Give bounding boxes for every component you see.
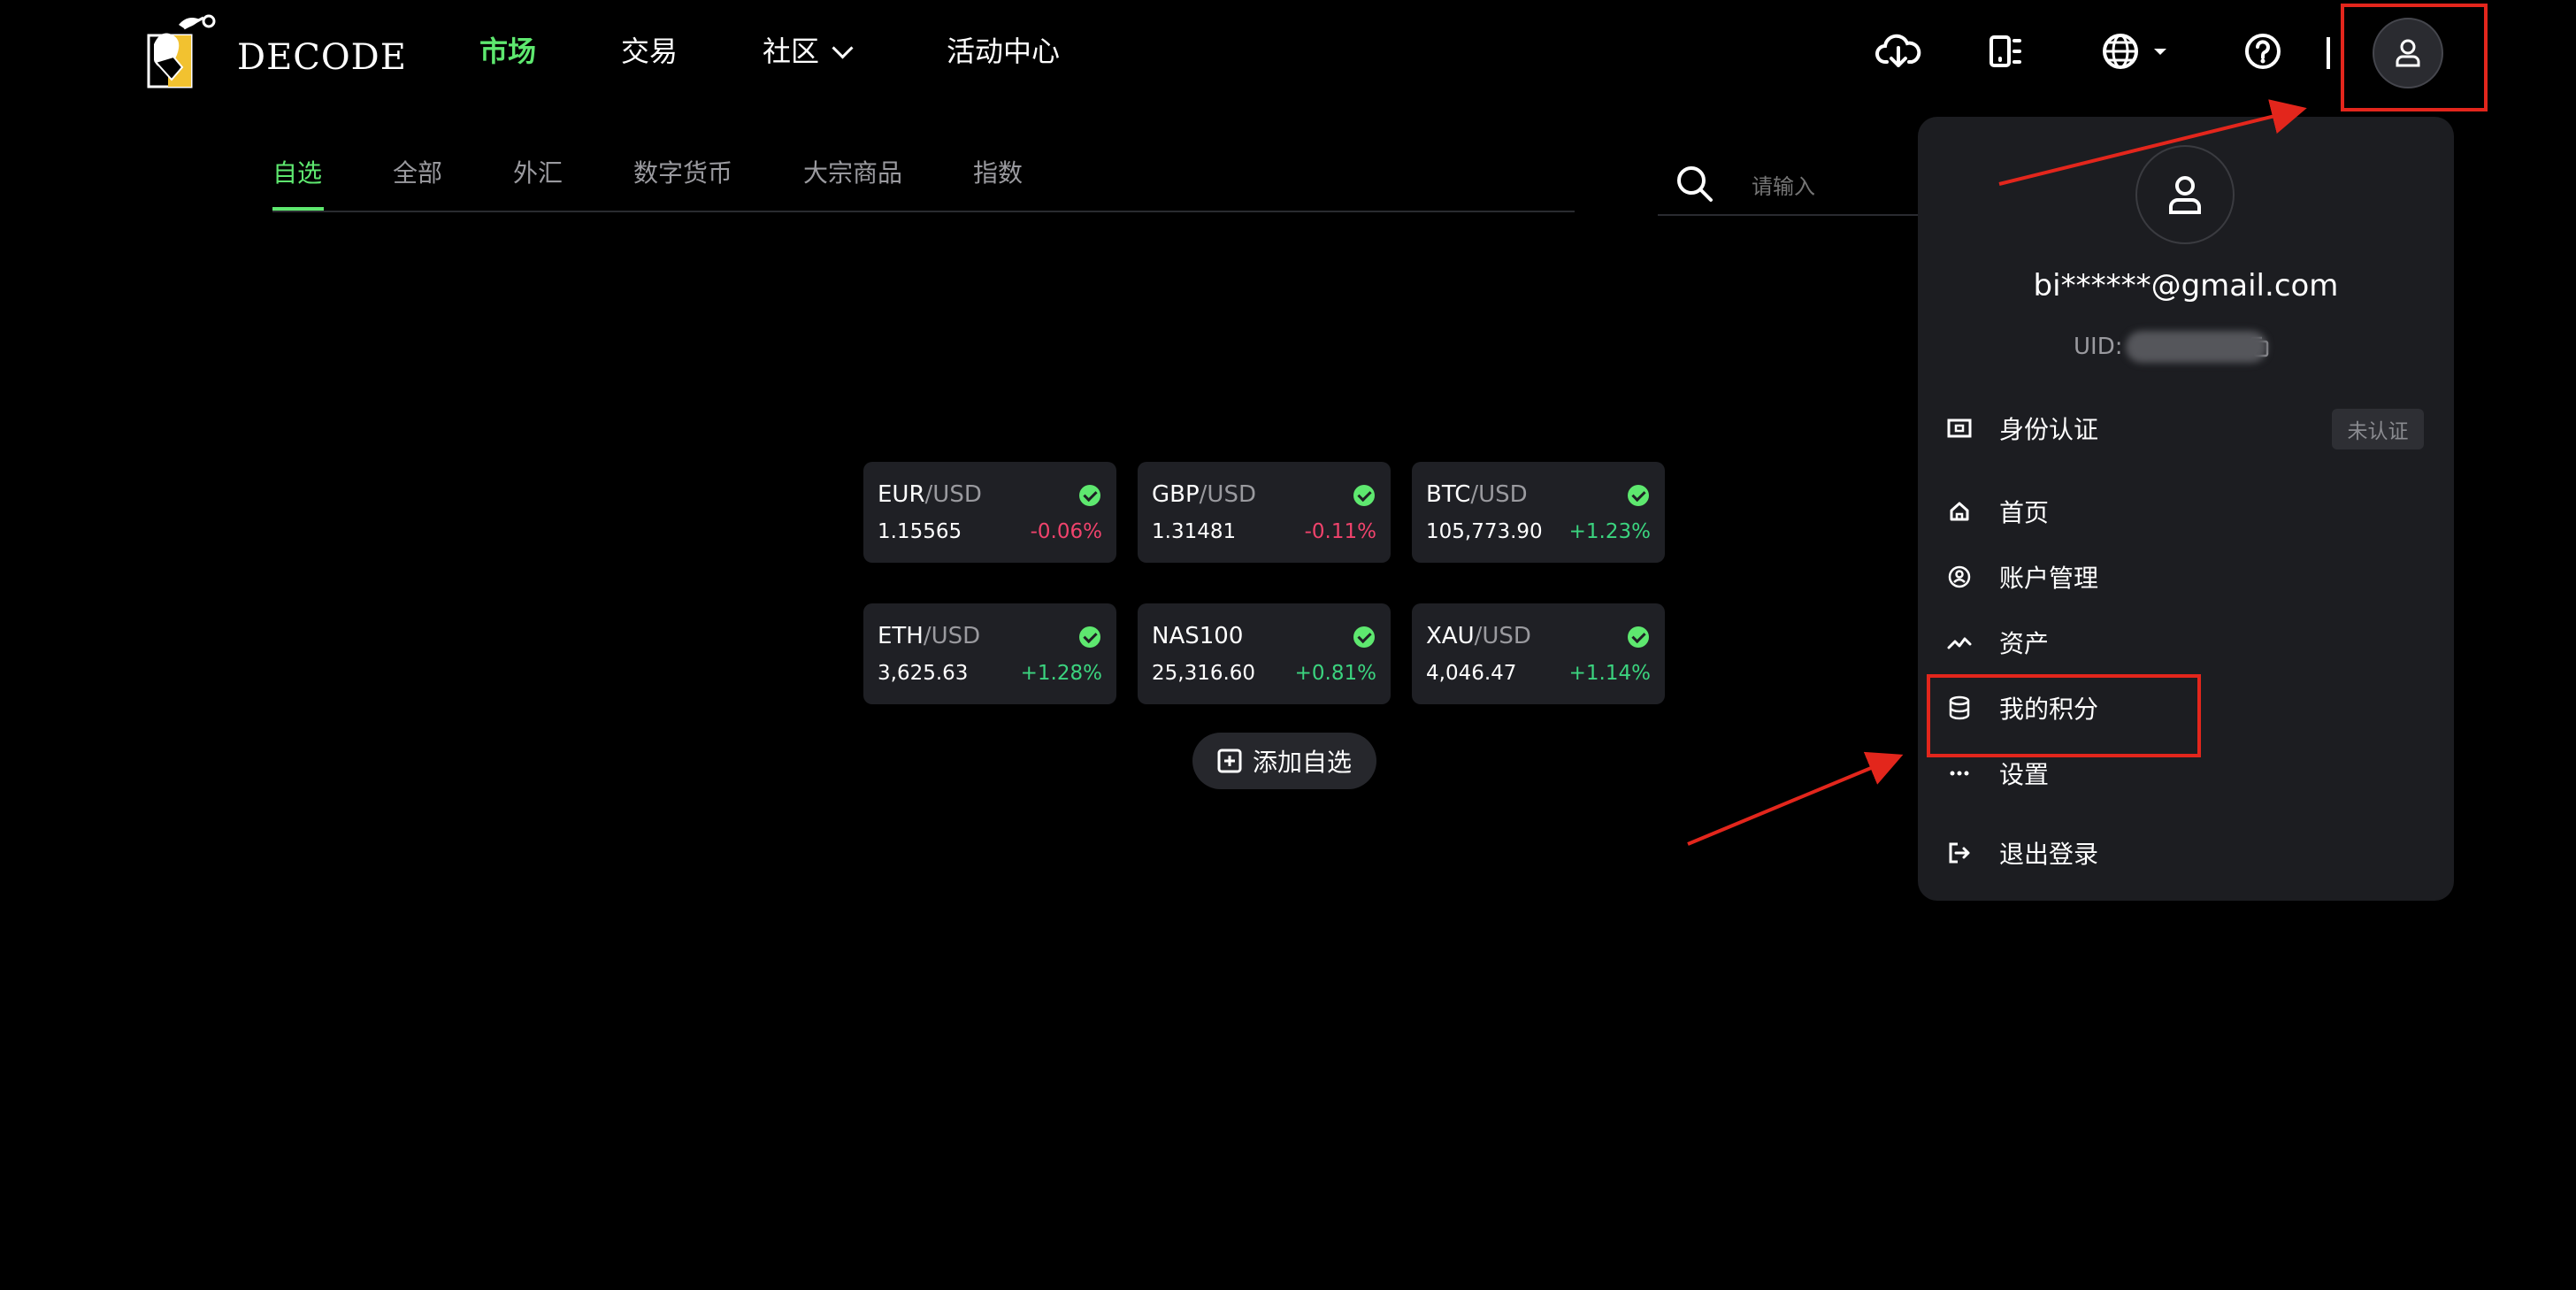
header-divider <box>2327 37 2330 69</box>
card-symbol: EUR/USD <box>878 481 982 508</box>
tabs-divider <box>272 211 1575 212</box>
card-change: -0.06% <box>1030 520 1102 543</box>
uid-value-redacted <box>2126 331 2268 363</box>
card-price: 1.31481 <box>1152 520 1237 543</box>
card-symbol: GBP/USD <box>1152 481 1256 508</box>
menu-item-verification[interactable]: 身份认证 <box>1946 405 2098 451</box>
search-icon[interactable] <box>1674 163 1716 205</box>
nav-events[interactable]: 活动中心 <box>947 30 1060 73</box>
card-change: -0.11% <box>1304 520 1376 543</box>
arrow-to-points <box>1687 751 1904 846</box>
chevron-down-icon <box>832 37 854 59</box>
watchlist-card-nas100[interactable]: NAS100 25,316.60 +0.81% <box>1138 603 1391 704</box>
globe-icon <box>2103 34 2138 69</box>
watchlist-card-eurusd[interactable]: EUR/USD 1.15565 -0.06% <box>863 462 1116 563</box>
tab-commodities[interactable]: 大宗商品 <box>803 156 902 191</box>
add-watchlist-label: 添加自选 <box>1252 748 1352 777</box>
watchlist-card-btcusd[interactable]: BTC/USD 105,773.90 +1.23% <box>1412 462 1665 563</box>
menu-item-label: 资产 <box>1999 629 2050 658</box>
card-symbol: NAS100 <box>1152 623 1244 649</box>
check-circle-icon[interactable] <box>1353 626 1375 648</box>
card-price: 4,046.47 <box>1426 662 1517 685</box>
menu-item-logout[interactable]: 退出登录 <box>1946 830 2098 876</box>
account-icon <box>1946 564 1973 590</box>
check-circle-icon[interactable] <box>1353 485 1375 506</box>
home-icon <box>1946 498 1973 525</box>
search-underline <box>1658 214 1923 216</box>
id-card-icon <box>1946 415 1973 442</box>
tab-forex[interactable]: 外汇 <box>513 156 563 191</box>
user-uid: UID: <box>2074 331 2271 363</box>
mobile-app-icon[interactable] <box>1983 27 2028 76</box>
tab-watchlist[interactable]: 自选 <box>272 156 322 191</box>
menu-item-home[interactable]: 首页 <box>1946 488 2049 534</box>
menu-item-account[interactable]: 账户管理 <box>1946 554 2098 600</box>
card-price: 1.15565 <box>878 520 962 543</box>
check-circle-icon[interactable] <box>1079 485 1100 506</box>
nav-community[interactable]: 社区 <box>763 30 854 73</box>
menu-item-assets[interactable]: 资产 <box>1946 619 2049 665</box>
logout-icon <box>1946 840 1973 866</box>
menu-item-label: 账户管理 <box>1999 564 2099 593</box>
card-change: +1.23% <box>1568 520 1651 543</box>
menu-item-label: 设置 <box>1999 760 2050 789</box>
user-icon <box>2396 39 2420 67</box>
uid-label: UID: <box>2074 334 2123 360</box>
check-circle-icon[interactable] <box>1079 626 1100 648</box>
nav-market[interactable]: 市场 <box>479 30 536 73</box>
card-change: +0.81% <box>1294 662 1376 685</box>
card-price: 3,625.63 <box>878 662 969 685</box>
logo-mark-icon <box>129 9 234 90</box>
card-price: 105,773.90 <box>1426 520 1543 543</box>
menu-item-label: 身份认证 <box>1999 415 2099 444</box>
check-circle-icon[interactable] <box>1628 485 1649 506</box>
help-icon[interactable] <box>2238 27 2288 76</box>
menu-item-settings[interactable]: 设置 <box>1946 750 2049 796</box>
user-email: bi******@gmail.com <box>2033 268 2339 303</box>
menu-item-label: 退出登录 <box>1999 840 2099 869</box>
brand-logo[interactable]: DECODE <box>129 9 406 90</box>
tab-all[interactable]: 全部 <box>393 156 442 191</box>
brand-name: DECODE <box>237 37 407 78</box>
annotation-highlight-points <box>1927 674 2201 757</box>
nav-community-label: 社区 <box>763 35 820 68</box>
user-icon <box>2169 176 2201 214</box>
tab-indices[interactable]: 指数 <box>973 156 1023 191</box>
menu-item-label: 首页 <box>1999 498 2050 527</box>
card-symbol: ETH/USD <box>878 623 981 649</box>
more-icon <box>1946 760 1973 787</box>
cloud-download-icon[interactable] <box>1874 27 1923 76</box>
watchlist-card-ethusd[interactable]: ETH/USD 3,625.63 +1.28% <box>863 603 1116 704</box>
caret-down-icon <box>2154 49 2166 55</box>
add-watchlist-button[interactable]: 添加自选 <box>1192 733 1376 789</box>
user-avatar-button[interactable] <box>2373 18 2443 88</box>
verification-status-badge: 未认证 <box>2332 409 2424 449</box>
tab-crypto[interactable]: 数字货币 <box>633 156 732 191</box>
language-selector[interactable] <box>2098 27 2173 76</box>
watchlist-card-gbpusd[interactable]: GBP/USD 1.31481 -0.11% <box>1138 462 1391 563</box>
menu-avatar <box>2135 145 2235 244</box>
card-change: +1.14% <box>1568 662 1651 685</box>
plus-square-icon <box>1217 749 1242 773</box>
check-circle-icon[interactable] <box>1628 626 1649 648</box>
chart-line-icon <box>1946 629 1973 656</box>
nav-trade[interactable]: 交易 <box>621 30 678 73</box>
card-symbol: XAU/USD <box>1426 623 1531 649</box>
card-change: +1.28% <box>1020 662 1102 685</box>
watchlist-card-xauusd[interactable]: XAU/USD 4,046.47 +1.14% <box>1412 603 1665 704</box>
card-symbol: BTC/USD <box>1426 481 1528 508</box>
search-input[interactable] <box>1750 173 1895 200</box>
card-price: 25,316.60 <box>1152 662 1256 685</box>
